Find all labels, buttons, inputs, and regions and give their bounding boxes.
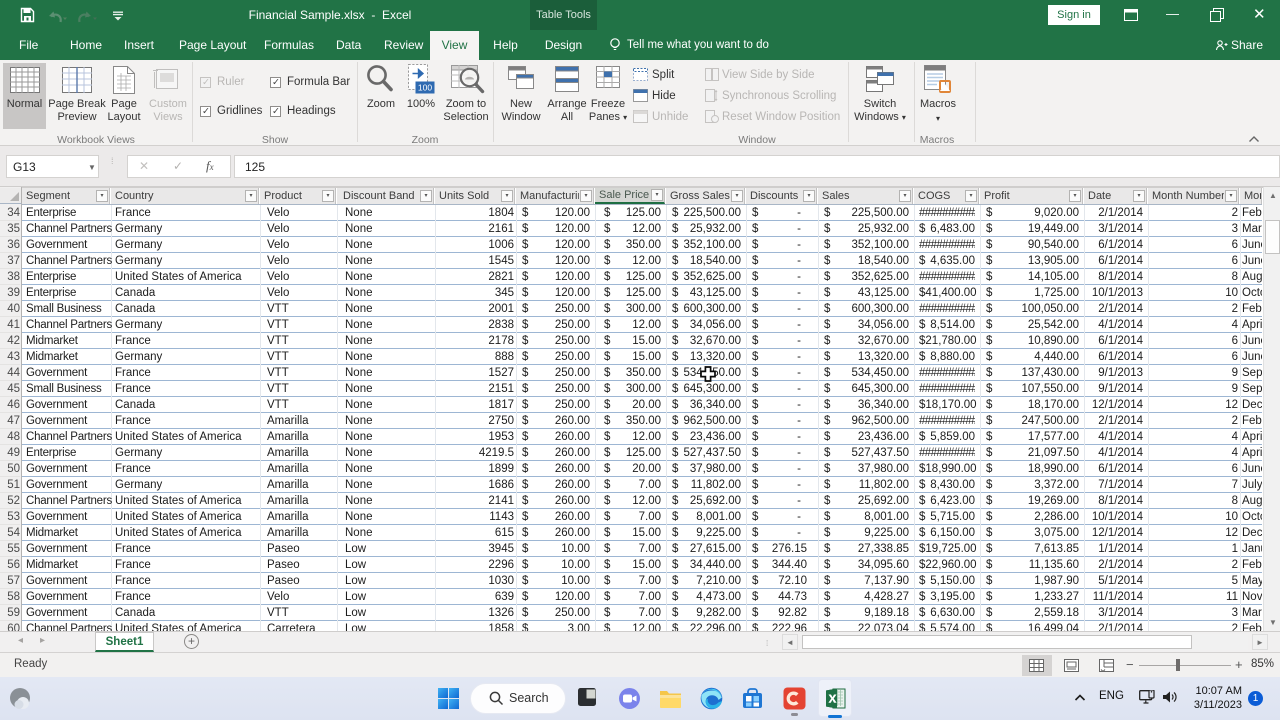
svg-text:100: 100	[418, 83, 432, 93]
